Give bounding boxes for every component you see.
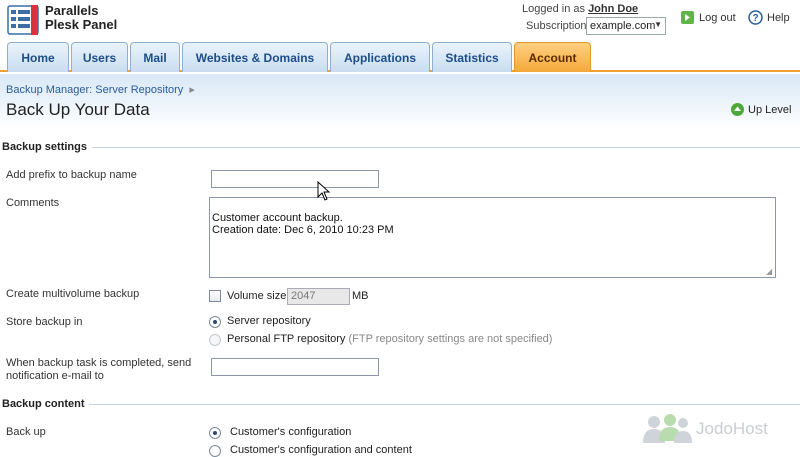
chevron-down-icon: ▼ bbox=[654, 20, 662, 29]
breadcrumb-item[interactable]: Backup Manager: Server Repository bbox=[6, 84, 183, 96]
store-label: Store backup in bbox=[6, 316, 83, 328]
logout-icon bbox=[681, 11, 694, 24]
store-ftp-label: Personal FTP repository bbox=[227, 333, 346, 345]
up-level-link[interactable]: Up Level bbox=[730, 102, 791, 117]
up-level-label: Up Level bbox=[748, 103, 792, 116]
notify-label: When backup task is completed, send noti… bbox=[6, 357, 191, 383]
logged-in-prefix: Logged in as bbox=[522, 3, 585, 15]
multivolume-label: Create multivolume backup bbox=[6, 288, 140, 300]
backup-config-radio[interactable] bbox=[209, 427, 221, 439]
help-link[interactable]: ? Help bbox=[748, 10, 790, 25]
users-watermark-icon bbox=[643, 414, 692, 443]
volume-unit: MB bbox=[352, 290, 369, 302]
breadcrumb-separator: ▸ bbox=[189, 84, 195, 96]
tab-mail[interactable]: Mail bbox=[130, 42, 180, 72]
brand-line2: Plesk Panel bbox=[45, 17, 118, 32]
backup-config-label: Customer's configuration bbox=[230, 426, 352, 438]
plesk-logo-icon bbox=[7, 5, 39, 35]
svg-text:?: ? bbox=[752, 13, 758, 24]
tab-home[interactable]: Home bbox=[7, 42, 69, 72]
prefix-input[interactable] bbox=[211, 170, 379, 188]
tab-account[interactable]: Account bbox=[514, 42, 591, 72]
tab-statistics[interactable]: Statistics bbox=[432, 42, 512, 72]
breadcrumb: Backup Manager: Server Repository ▸ bbox=[6, 83, 195, 96]
prefix-label: Add prefix to backup name bbox=[6, 169, 137, 181]
tab-websites-domains[interactable]: Websites & Domains bbox=[182, 42, 328, 72]
multivolume-checkbox[interactable] bbox=[209, 290, 221, 302]
tab-applications[interactable]: Applications bbox=[330, 42, 430, 72]
section-divider bbox=[89, 404, 800, 405]
notify-label-line1: When backup task is completed, send bbox=[6, 357, 192, 369]
backup-label: Back up bbox=[6, 426, 46, 438]
backup-config-content-radio[interactable] bbox=[209, 445, 221, 457]
section-divider bbox=[92, 147, 800, 148]
store-server-radio[interactable] bbox=[209, 316, 221, 328]
backup-content-title: Backup content bbox=[2, 398, 85, 410]
help-label: Help bbox=[767, 11, 790, 24]
logout-label: Log out bbox=[699, 11, 736, 24]
logout-link[interactable]: Log out bbox=[680, 10, 736, 25]
backup-config-content-label: Customer's configuration and content bbox=[230, 444, 412, 456]
up-level-icon bbox=[731, 103, 744, 116]
logged-in-info: Logged in as John Doe bbox=[522, 3, 638, 15]
volume-size-label: Volume size bbox=[227, 290, 287, 302]
notify-email-input[interactable] bbox=[211, 358, 379, 376]
subscription-value: example.com bbox=[590, 20, 656, 32]
help-icon: ? bbox=[748, 10, 763, 25]
comments-text: Customer account backup. Creation date: … bbox=[212, 212, 394, 236]
tab-users[interactable]: Users bbox=[71, 42, 128, 72]
page-title: Back Up Your Data bbox=[6, 100, 150, 119]
cursor-icon bbox=[317, 181, 331, 201]
volume-size-input[interactable]: 2047 bbox=[287, 288, 350, 305]
watermark-text: JodoHost bbox=[696, 419, 768, 438]
user-name-link[interactable]: John Doe bbox=[588, 3, 638, 15]
resize-grip-icon[interactable]: ◢ bbox=[766, 268, 774, 276]
notify-label-line2: notification e-mail to bbox=[6, 370, 104, 382]
brand-line1: Parallels bbox=[45, 3, 99, 18]
backup-settings-title: Backup settings bbox=[2, 141, 87, 153]
top-header: Parallels Plesk Panel Logged in as John … bbox=[0, 0, 800, 42]
main-tabs: Home Users Mail Websites & Domains Appli… bbox=[0, 42, 800, 72]
store-ftp-option: Personal FTP repository (FTP repository … bbox=[227, 333, 552, 345]
brand-name: Parallels Plesk Panel bbox=[45, 4, 117, 32]
comments-label: Comments bbox=[6, 197, 60, 209]
watermark: JodoHost bbox=[640, 414, 768, 444]
store-ftp-radio[interactable] bbox=[209, 334, 221, 346]
subscription-label: Subscription bbox=[526, 20, 587, 32]
comments-textarea[interactable]: Customer account backup. Creation date: … bbox=[209, 197, 776, 278]
store-server-label: Server repository bbox=[227, 315, 311, 327]
store-ftp-note: (FTP repository settings are not specifi… bbox=[348, 333, 553, 345]
subscription-select[interactable]: example.com ▼ bbox=[586, 17, 666, 35]
